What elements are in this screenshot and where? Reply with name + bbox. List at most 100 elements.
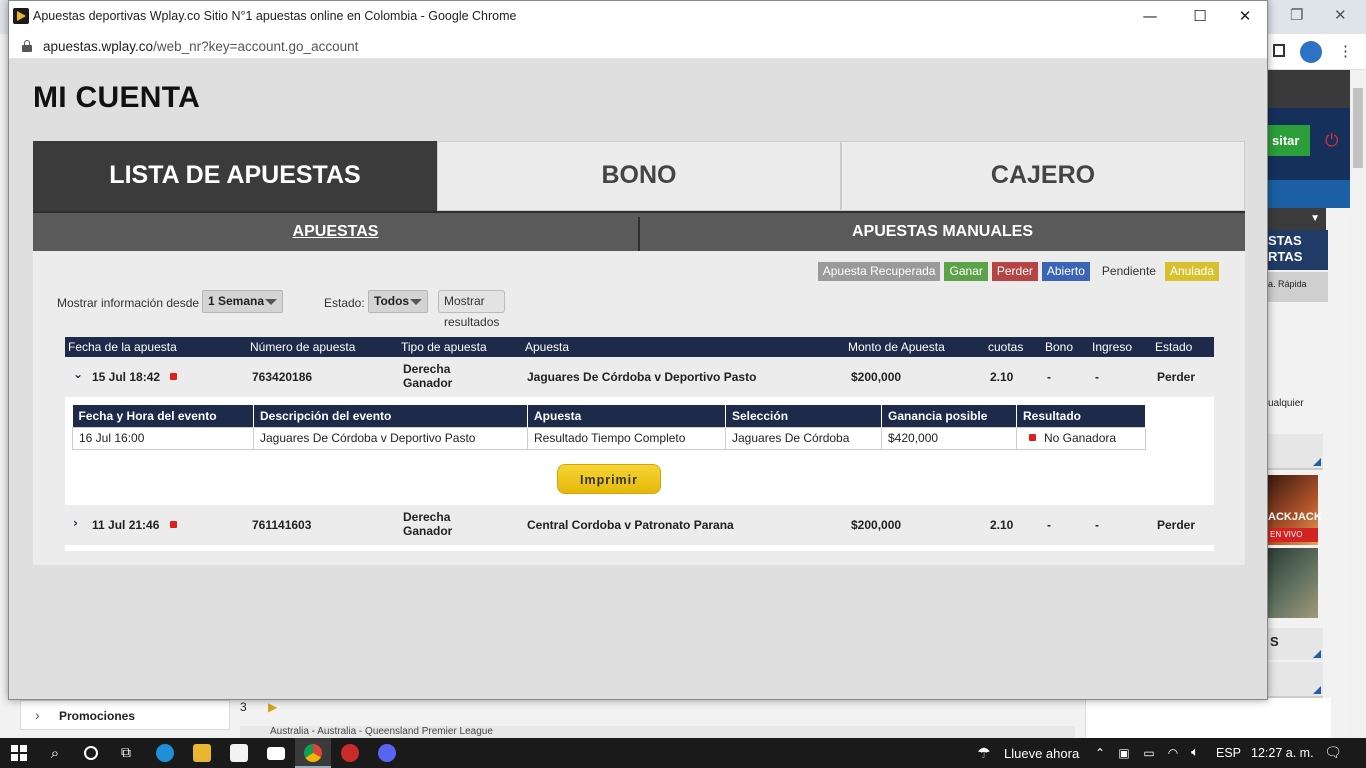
tab-lista-de-apuestas[interactable]: LISTA DE APUESTAS bbox=[33, 141, 437, 211]
popup-window: Apuestas deportivas Wplay.co Sitio N°1 a… bbox=[8, 0, 1268, 700]
discord-icon[interactable] bbox=[378, 744, 396, 762]
background-dropdown[interactable]: ▼ bbox=[1268, 208, 1326, 230]
main-tabs: LISTA DE APUESTAS BONO CAJERO bbox=[33, 141, 1245, 211]
detail-potential: $420,000 bbox=[881, 426, 1017, 450]
notifications-icon[interactable]: 🗨︎ bbox=[1322, 738, 1344, 768]
table-row[interactable]: ⌄ 15 Jul 18:42 763420186 Derecha Ganador… bbox=[65, 357, 1214, 397]
tab-cajero[interactable]: CAJERO bbox=[841, 141, 1245, 211]
legend-ganar: Ganar bbox=[944, 262, 988, 281]
weather-text[interactable]: Llueve ahora bbox=[1004, 746, 1079, 761]
file-explorer-icon[interactable] bbox=[193, 744, 211, 762]
table-row[interactable]: › 11 Jul 21:46 761141603 Derecha Ganador… bbox=[65, 505, 1214, 545]
profile-avatar[interactable] bbox=[1300, 41, 1322, 63]
bet-detail: Fecha y Hora del evento Descripción del … bbox=[65, 397, 1214, 505]
background-apuestas-panel: STAS RTAS bbox=[1268, 230, 1328, 270]
col-monto: Monto de Apuesta bbox=[848, 340, 945, 354]
detail-table: Fecha y Hora del evento Descripción del … bbox=[72, 405, 1146, 450]
restore-icon[interactable]: ❐ bbox=[1290, 6, 1303, 24]
bet-date: 11 Jul 21:46 bbox=[92, 518, 160, 532]
weather-icon[interactable]: ☂ bbox=[972, 738, 996, 768]
detail-col-descripcion: Descripción del evento bbox=[253, 405, 528, 427]
background-card[interactable] bbox=[1268, 662, 1323, 698]
meet-icon[interactable]: ▣ bbox=[1116, 738, 1132, 768]
tab-bono[interactable]: BONO bbox=[437, 141, 841, 211]
legend-perder: Perder bbox=[991, 262, 1038, 281]
close-button[interactable]: ✕ bbox=[1222, 1, 1268, 33]
address-bar[interactable]: apuestas.wplay.co/web_nr?key=account.go_… bbox=[9, 33, 1267, 59]
background-card[interactable] bbox=[1268, 434, 1323, 470]
bet-type-line2: Ganador bbox=[403, 524, 453, 538]
bet-event: Jaguares De Córdoba v Deportivo Pasto bbox=[527, 370, 757, 384]
table-bottom-padding bbox=[65, 545, 1214, 551]
print-button[interactable]: Imprimir bbox=[557, 464, 661, 494]
chevron-down-icon[interactable]: ⌄ bbox=[73, 367, 83, 381]
title-bar: Apuestas deportivas Wplay.co Sitio N°1 a… bbox=[9, 1, 1267, 33]
edge-icon[interactable] bbox=[156, 744, 174, 762]
bet-state: Perder bbox=[1157, 518, 1196, 532]
deposit-button[interactable]: sitar bbox=[1268, 125, 1310, 156]
store-icon[interactable] bbox=[230, 744, 248, 762]
period-label: Mostrar información desde bbox=[57, 296, 200, 310]
chrome-taskbar-active[interactable] bbox=[295, 738, 331, 768]
col-estado: Estado bbox=[1155, 340, 1193, 354]
close-icon[interactable]: ✕ bbox=[1334, 6, 1347, 24]
detail-col-apuesta: Apuesta bbox=[527, 405, 726, 427]
mail-icon[interactable] bbox=[267, 747, 285, 760]
url-text[interactable]: apuestas.wplay.co/web_nr?key=account.go_… bbox=[43, 39, 358, 54]
background-s-card[interactable]: S bbox=[1268, 628, 1323, 660]
bet-bonus: - bbox=[1047, 370, 1051, 384]
bet-bonus: - bbox=[1047, 518, 1051, 532]
chevron-right-icon: › bbox=[35, 707, 40, 723]
maximize-button[interactable]: ☐ bbox=[1177, 1, 1223, 33]
period-select[interactable]: 1 Semana bbox=[202, 290, 283, 313]
wifi-icon[interactable]: ◠ bbox=[1164, 738, 1182, 768]
detail-bet: Resultado Tiempo Completo bbox=[527, 426, 726, 450]
window-title: Apuestas deportivas Wplay.co Sitio N°1 a… bbox=[33, 9, 517, 23]
clock[interactable]: 12:27 a. m. bbox=[1251, 746, 1314, 760]
league-row[interactable]: Australia - Australia - Queensland Premi… bbox=[240, 726, 1075, 738]
bet-type: Derecha Ganador bbox=[403, 510, 452, 538]
chevron-up-icon[interactable]: ⌃ bbox=[1092, 738, 1108, 768]
status-dot bbox=[170, 521, 177, 528]
account-page: MI CUENTA LISTA DE APUESTAS BONO CAJERO … bbox=[9, 59, 1267, 699]
page-scrollbar[interactable] bbox=[1350, 70, 1366, 738]
minimize-button[interactable]: — bbox=[1127, 1, 1173, 33]
bet-odds: 2.10 bbox=[990, 518, 1014, 532]
bets-table: Fecha de la apuesta Número de apuesta Ti… bbox=[65, 337, 1214, 551]
show-results-button[interactable]: Mostrar resultados bbox=[438, 290, 506, 329]
state-label: Estado: bbox=[324, 296, 365, 310]
subtab-apuestas[interactable]: APUESTAS bbox=[33, 213, 638, 251]
detail-col-seleccion: Selección bbox=[725, 405, 882, 427]
battery-icon[interactable]: ▭ bbox=[1140, 738, 1158, 768]
s-label: S bbox=[1270, 634, 1279, 649]
chrome-icon bbox=[304, 744, 322, 762]
apuestas-label-1: STAS bbox=[1268, 233, 1302, 248]
legend-abierto: Abierto bbox=[1041, 262, 1090, 281]
bet-income: - bbox=[1095, 518, 1099, 532]
subtab-apuestas-manuales[interactable]: APUESTAS MANUALES bbox=[638, 217, 1245, 255]
search-icon[interactable]: ⌕ bbox=[44, 738, 66, 768]
power-icon[interactable]: ⏻ bbox=[1325, 131, 1338, 151]
rapida-tab[interactable]: a. Rápida bbox=[1268, 272, 1328, 302]
language-indicator[interactable]: ESP bbox=[1216, 746, 1241, 760]
lock-icon[interactable] bbox=[22, 40, 32, 52]
state-select[interactable]: Todos bbox=[368, 290, 428, 313]
page-title: MI CUENTA bbox=[33, 81, 201, 114]
background-mid: 3 ▶ bbox=[240, 700, 277, 714]
sidebar-item-promociones[interactable]: › Promociones bbox=[20, 700, 230, 730]
windows-start-icon[interactable] bbox=[8, 738, 30, 768]
chevron-right-icon[interactable]: › bbox=[73, 516, 78, 530]
volume-icon[interactable]: 🔈︎ bbox=[1186, 738, 1204, 768]
cortana-icon[interactable] bbox=[80, 738, 102, 768]
bet-amount: $200,000 bbox=[851, 370, 902, 384]
blackjack-banner[interactable]: ACKJACK EN VIVO bbox=[1268, 475, 1322, 545]
side-text: ualquier bbox=[1268, 398, 1304, 409]
task-view-icon[interactable]: ⧉ bbox=[115, 738, 137, 768]
url-domain: apuestas.wplay.co bbox=[43, 39, 154, 54]
bet-state: Perder bbox=[1157, 370, 1196, 384]
app-red-icon[interactable] bbox=[341, 744, 359, 762]
menu-icon[interactable]: ⋮ bbox=[1338, 42, 1353, 60]
sidebar-toggle-icon[interactable] bbox=[1273, 44, 1285, 57]
url-path: /web_nr?key=account.go_account bbox=[153, 39, 359, 54]
casino-banner[interactable] bbox=[1268, 548, 1318, 618]
